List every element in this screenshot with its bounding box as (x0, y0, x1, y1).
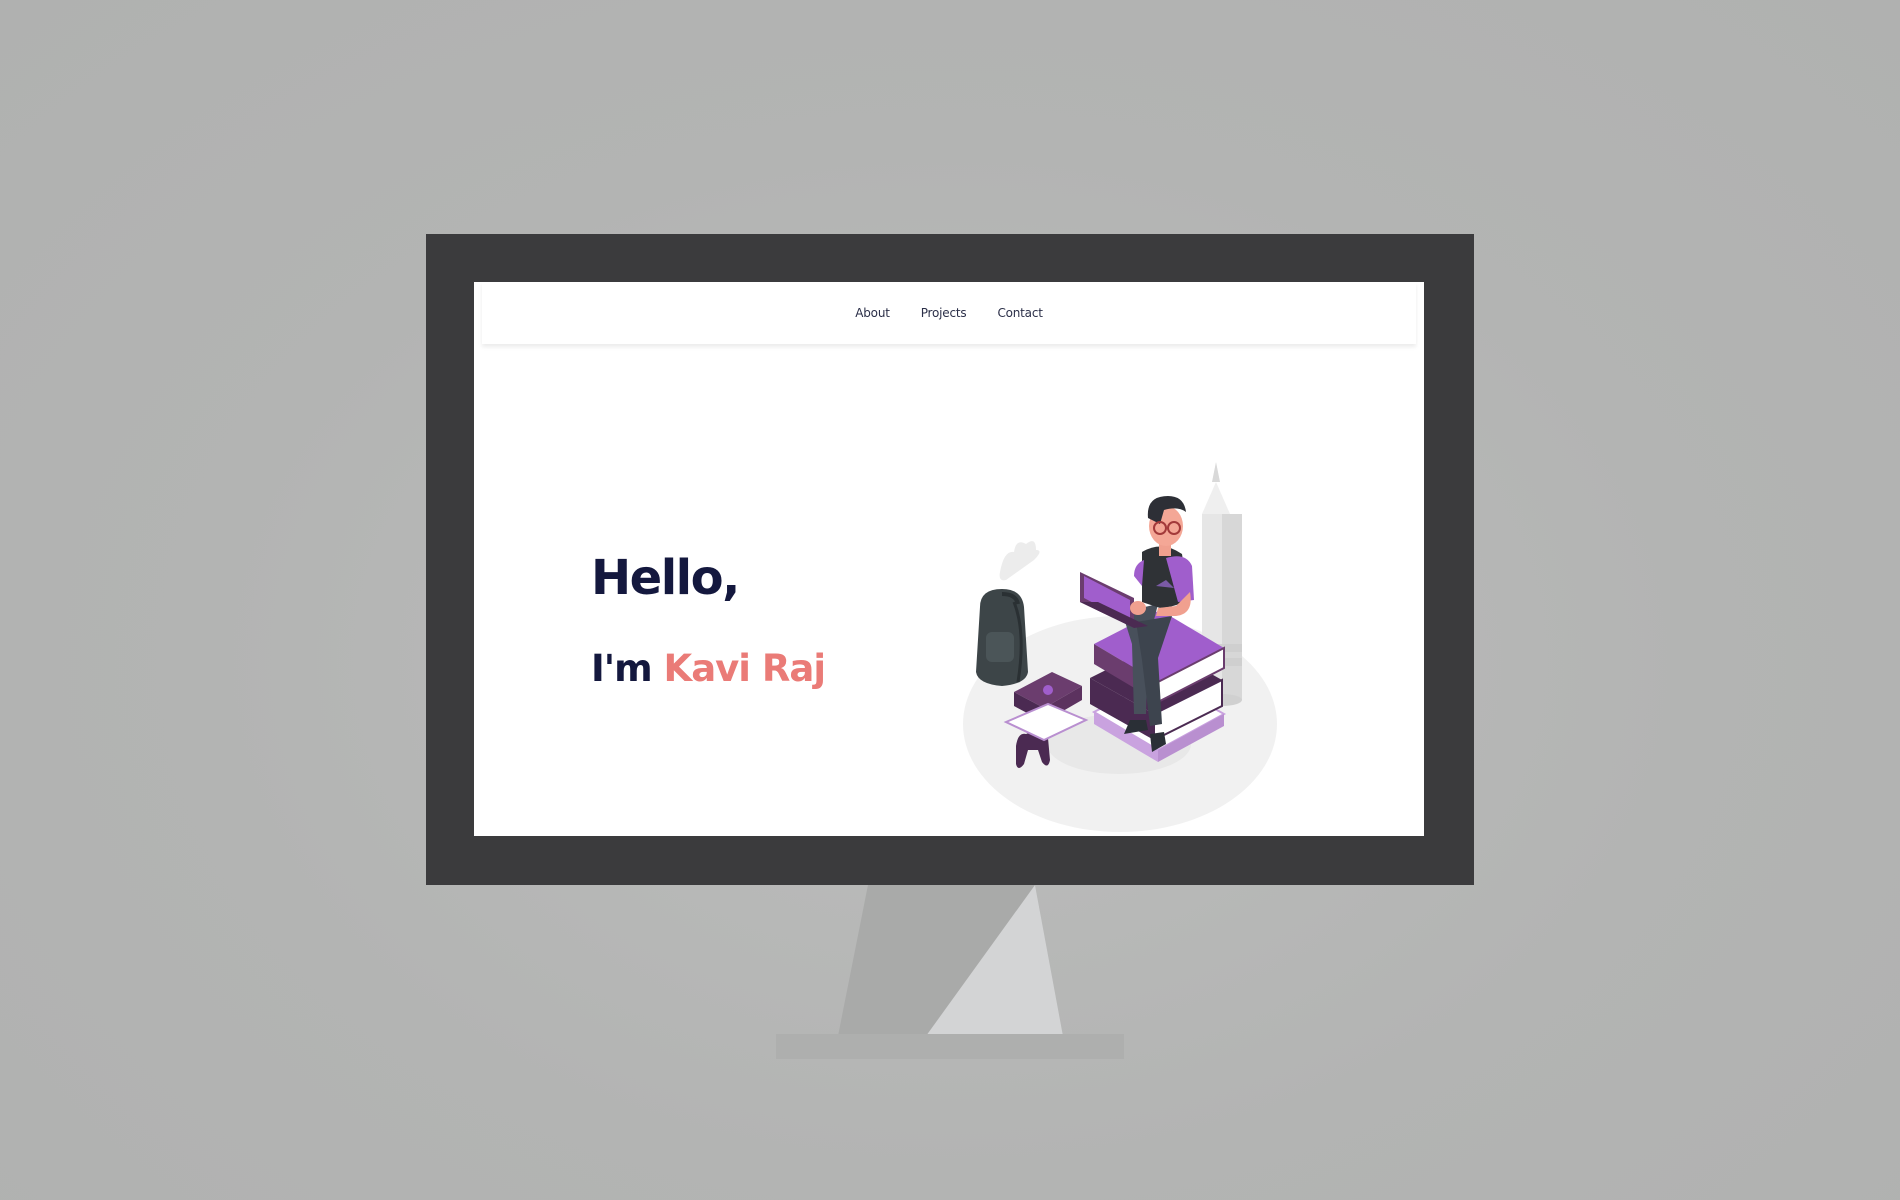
nav-link-about[interactable]: About (855, 306, 890, 320)
website-screen: About Projects Contact Hello, I'm Kavi R… (474, 282, 1424, 836)
monitor-base (776, 1034, 1124, 1059)
monitor-frame: About Projects Contact Hello, I'm Kavi R… (426, 234, 1474, 885)
navbar: About Projects Contact (482, 282, 1416, 344)
student-illustration (963, 462, 1277, 832)
nav-link-contact[interactable]: Contact (997, 306, 1042, 320)
nav-link-projects[interactable]: Projects (921, 306, 967, 320)
hero-greeting: Hello, (591, 550, 740, 606)
hero-name: Kavi Raj (663, 647, 826, 690)
hero-intro: I'm Kavi Raj (591, 647, 826, 690)
hero-intro-prefix: I'm (591, 647, 653, 690)
